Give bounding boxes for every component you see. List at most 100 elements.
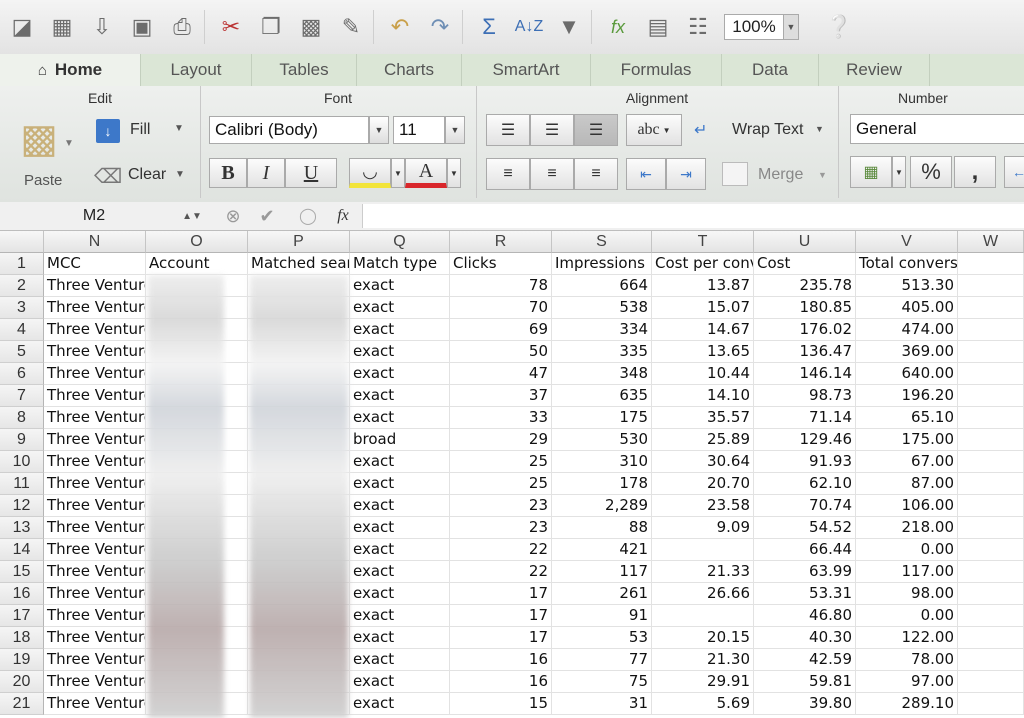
table-cell-match-type[interactable]: exact: [350, 583, 450, 605]
column-header-P[interactable]: P: [248, 231, 350, 253]
table-cell-impressions[interactable]: 117: [552, 561, 652, 583]
table-cell-match-type[interactable]: exact: [350, 561, 450, 583]
table-cell-impressions[interactable]: 538: [552, 297, 652, 319]
row-header[interactable]: 11: [0, 473, 44, 495]
table-cell-total-conversion-value[interactable]: 117.00: [856, 561, 958, 583]
table-cell-cost-per-conv[interactable]: 10.44: [652, 363, 754, 385]
table-cell-empty[interactable]: [958, 649, 1024, 671]
table-cell-empty[interactable]: [958, 473, 1024, 495]
table-cell-cost-per-conv[interactable]: 5.69: [652, 693, 754, 715]
table-cell-total-conversion-value[interactable]: 175.00: [856, 429, 958, 451]
row-header[interactable]: 5: [0, 341, 44, 363]
table-cell-impressions[interactable]: 91: [552, 605, 652, 627]
table-cell-cost-per-conv[interactable]: 13.87: [652, 275, 754, 297]
paste-icon[interactable]: ▩: [14, 116, 64, 162]
table-cell-empty[interactable]: [958, 539, 1024, 561]
table-cell-clicks[interactable]: 70: [450, 297, 552, 319]
header-cell[interactable]: [958, 253, 1024, 275]
table-cell-match-type[interactable]: exact: [350, 297, 450, 319]
table-cell-cost-per-conv[interactable]: 20.70: [652, 473, 754, 495]
media-browser-icon[interactable]: ☷: [680, 9, 716, 45]
table-cell-impressions[interactable]: 635: [552, 385, 652, 407]
header-cell[interactable]: Cost: [754, 253, 856, 275]
table-cell-mcc[interactable]: Three Venture: [44, 275, 146, 297]
table-cell-match-type[interactable]: exact: [350, 275, 450, 297]
table-cell-clicks[interactable]: 23: [450, 495, 552, 517]
column-header-V[interactable]: V: [856, 231, 958, 253]
table-cell-cost-per-conv[interactable]: 9.09: [652, 517, 754, 539]
table-cell-impressions[interactable]: 53: [552, 627, 652, 649]
table-cell-clicks[interactable]: 15: [450, 693, 552, 715]
table-cell-match-type[interactable]: exact: [350, 319, 450, 341]
table-cell-impressions[interactable]: 348: [552, 363, 652, 385]
zoom-dropdown[interactable]: ▼: [784, 14, 799, 40]
table-cell-total-conversion-value[interactable]: 513.30: [856, 275, 958, 297]
table-cell-cost[interactable]: 42.59: [754, 649, 856, 671]
table-cell-cost-per-conv[interactable]: 26.66: [652, 583, 754, 605]
table-cell-cost[interactable]: 136.47: [754, 341, 856, 363]
align-bottom-icon[interactable]: ☰: [574, 114, 618, 146]
table-cell-clicks[interactable]: 50: [450, 341, 552, 363]
paste-label[interactable]: Paste: [24, 172, 62, 189]
table-cell-cost-per-conv[interactable]: 23.58: [652, 495, 754, 517]
table-cell-cost[interactable]: 53.31: [754, 583, 856, 605]
table-cell-mcc[interactable]: Three Venture: [44, 649, 146, 671]
table-cell-cost-per-conv[interactable]: 25.89: [652, 429, 754, 451]
column-header-Q[interactable]: Q: [350, 231, 450, 253]
bold-button[interactable]: B: [209, 158, 247, 188]
name-box-stepper[interactable]: ▲▼: [182, 205, 202, 227]
row-header[interactable]: 4: [0, 319, 44, 341]
table-cell-cost[interactable]: 59.81: [754, 671, 856, 693]
table-cell-cost-per-conv[interactable]: 30.64: [652, 451, 754, 473]
table-cell-match-type[interactable]: exact: [350, 451, 450, 473]
table-cell-empty[interactable]: [958, 561, 1024, 583]
table-cell-empty[interactable]: [958, 297, 1024, 319]
column-header-T[interactable]: T: [652, 231, 754, 253]
toolbox-icon[interactable]: ▤: [640, 9, 676, 45]
align-middle-icon[interactable]: ☰: [530, 114, 574, 146]
table-cell-mcc[interactable]: Three Venture: [44, 517, 146, 539]
table-cell-match-type[interactable]: exact: [350, 341, 450, 363]
table-cell-cost-per-conv[interactable]: 14.67: [652, 319, 754, 341]
font-color-button[interactable]: A: [405, 158, 447, 188]
align-center-icon[interactable]: ≡: [530, 158, 574, 190]
accounting-format-icon[interactable]: ▦: [850, 156, 892, 188]
paste-icon[interactable]: ▩: [293, 9, 329, 45]
table-cell-total-conversion-value[interactable]: 0.00: [856, 539, 958, 561]
table-cell-match-type[interactable]: exact: [350, 517, 450, 539]
filter-icon[interactable]: ▼: [551, 9, 587, 45]
row-header[interactable]: 13: [0, 517, 44, 539]
table-cell-empty[interactable]: [958, 429, 1024, 451]
help-icon[interactable]: ❔: [821, 9, 857, 45]
row-header[interactable]: 20: [0, 671, 44, 693]
font-color-dropdown[interactable]: ▼: [447, 158, 461, 188]
merge-icon[interactable]: [722, 162, 748, 186]
table-cell-total-conversion-value[interactable]: 65.10: [856, 407, 958, 429]
column-header-O[interactable]: O: [146, 231, 248, 253]
table-cell-clicks[interactable]: 22: [450, 539, 552, 561]
format-painter-icon[interactable]: ✎: [333, 9, 369, 45]
row-header[interactable]: 8: [0, 407, 44, 429]
table-cell-clicks[interactable]: 25: [450, 473, 552, 495]
row-header[interactable]: 14: [0, 539, 44, 561]
table-cell-match-type[interactable]: exact: [350, 363, 450, 385]
fill-dropdown-icon[interactable]: ▼: [174, 123, 184, 134]
table-cell-cost[interactable]: 66.44: [754, 539, 856, 561]
fx-label[interactable]: fx: [330, 205, 356, 227]
table-cell-match-type[interactable]: broad: [350, 429, 450, 451]
column-header-U[interactable]: U: [754, 231, 856, 253]
increase-decimal-icon[interactable]: ←: [1004, 156, 1024, 188]
table-cell-clicks[interactable]: 69: [450, 319, 552, 341]
align-top-icon[interactable]: ☰: [486, 114, 530, 146]
sort-icon[interactable]: A↓Z: [511, 9, 547, 45]
row-header[interactable]: 7: [0, 385, 44, 407]
table-cell-total-conversion-value[interactable]: 122.00: [856, 627, 958, 649]
tab-smartart[interactable]: SmartArt: [462, 54, 591, 86]
table-cell-empty[interactable]: [958, 363, 1024, 385]
table-cell-cost[interactable]: 40.30: [754, 627, 856, 649]
table-cell-impressions[interactable]: 334: [552, 319, 652, 341]
tab-formulas[interactable]: Formulas: [591, 54, 722, 86]
table-cell-empty[interactable]: [958, 407, 1024, 429]
table-cell-cost[interactable]: 235.78: [754, 275, 856, 297]
table-cell-impressions[interactable]: 261: [552, 583, 652, 605]
